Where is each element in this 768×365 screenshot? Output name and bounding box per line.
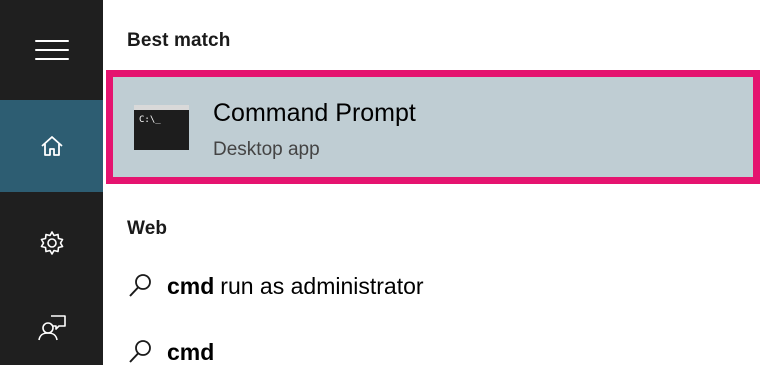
settings-button[interactable] <box>0 200 103 286</box>
web-heading: Web <box>127 218 168 239</box>
search-icon <box>129 340 151 363</box>
search-icon <box>129 274 151 297</box>
result-title: Command Prompt <box>213 99 416 127</box>
web-suggestion-rest: run as administrator <box>220 272 424 299</box>
best-match-heading: Best match <box>127 30 231 51</box>
results-pane: Best match C:\_ Command Prompt Desktop a… <box>103 0 768 365</box>
gear-icon <box>40 231 63 255</box>
feedback-icon <box>37 314 66 340</box>
best-match-result[interactable]: C:\_ Command Prompt Desktop app <box>106 70 760 184</box>
hamburger-menu-icon <box>34 40 69 60</box>
web-suggestion[interactable]: cmd run as administrator <box>127 272 424 300</box>
search-start-panel: Best match C:\_ Command Prompt Desktop a… <box>0 0 768 365</box>
home-icon <box>40 136 63 156</box>
command-prompt-app-icon: C:\_ <box>134 105 189 150</box>
command-prompt-icon-text: C:\_ <box>139 115 161 125</box>
feedback-button[interactable] <box>0 290 103 365</box>
left-rail <box>0 0 103 365</box>
home-button[interactable] <box>0 100 103 192</box>
web-suggestion-bold: cmd <box>167 338 215 365</box>
web-suggestion[interactable]: cmd <box>127 338 220 365</box>
menu-button[interactable] <box>0 10 103 90</box>
result-subtitle: Desktop app <box>213 139 320 160</box>
web-suggestion-bold: cmd <box>167 272 215 299</box>
